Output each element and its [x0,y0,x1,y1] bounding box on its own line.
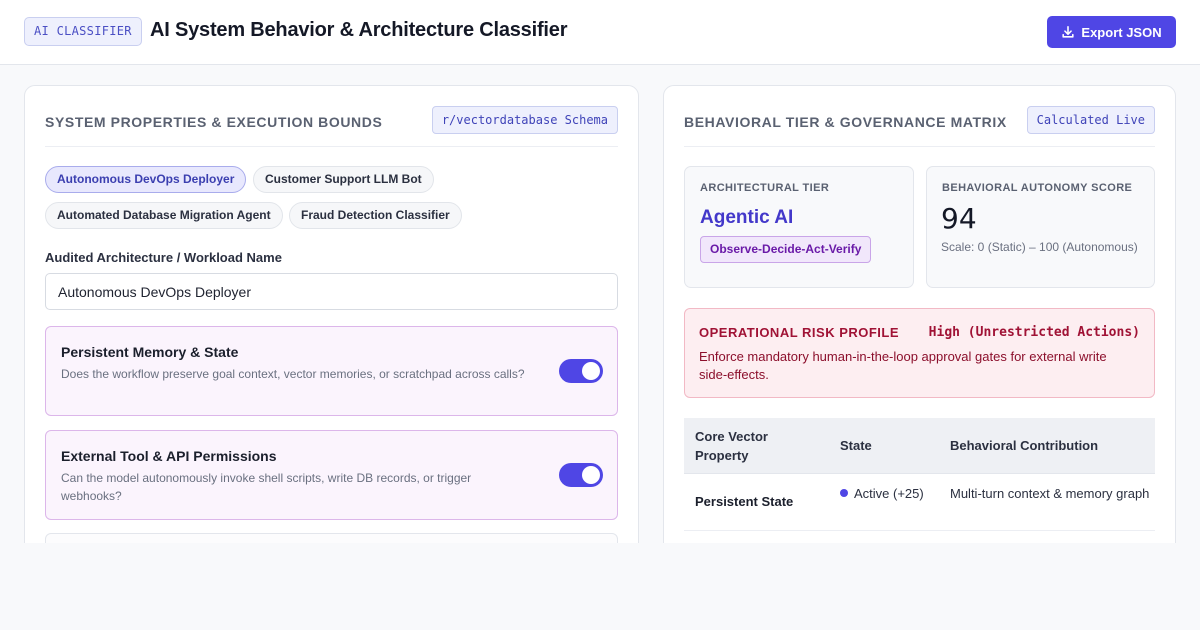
download-icon [1062,25,1075,38]
preset-chip-customer-support-llm-bot[interactable]: Customer Support LLM Bot [253,166,434,193]
export-json-button[interactable]: Export JSON [1047,16,1176,48]
row-state-text: Active (+25) [854,486,924,501]
row-property: Persistent State [695,494,794,509]
column-header-state: State [840,438,872,453]
architectural-tier-card: ARCHITECTURAL TIER Agentic AI Observe-De… [684,166,914,288]
preset-chip-database-migration-agent[interactable]: Automated Database Migration Agent [45,202,283,229]
score-scale: Scale: 0 (Static) – 100 (Autonomous) [941,240,1138,254]
risk-profile-box: OPERATIONAL RISK PROFILE High (Unrestric… [684,308,1155,398]
tier-value: Agentic AI [700,207,794,228]
risk-level: High (Unrestricted Actions) [928,325,1140,340]
governance-matrix-panel: BEHAVIORAL TIER & GOVERNANCE MATRIX Calc… [663,85,1176,555]
app-badge: AI CLASSIFIER [24,17,142,46]
status-dot-icon [840,489,848,497]
toggle-title: Persistent Memory & State [61,344,239,360]
top-bar: AI CLASSIFIER AI System Behavior & Archi… [0,0,1200,65]
panel-title: BEHAVIORAL TIER & GOVERNANCE MATRIX [684,114,1007,130]
system-properties-panel: SYSTEM PROPERTIES & EXECUTION BOUNDS r/v… [24,85,639,555]
workload-name-label: Audited Architecture / Workload Name [45,250,282,265]
autonomy-score-card: BEHAVIORAL AUTONOMY SCORE 94 Scale: 0 (S… [926,166,1155,288]
toggle-knob [582,466,600,484]
toggle-title: External Tool & API Permissions [61,448,277,464]
row-contribution: Multi-turn context & memory graph [950,486,1150,501]
schema-tag: r/vectordatabase Schema [431,106,618,134]
column-header-property: Core Vector Property [695,429,768,463]
panel-title: SYSTEM PROPERTIES & EXECUTION BOUNDS [45,114,383,130]
risk-description: Enforce mandatory human-in-the-loop appr… [699,349,1107,382]
panel-header: BEHAVIORAL TIER & GOVERNANCE MATRIX Calc… [684,106,1155,147]
table-header: Core Vector Property State Behavioral Co… [684,418,1155,474]
viewport-fold [0,543,1200,630]
toggle-description: Can the model autonomously invoke shell … [61,471,472,503]
tier-pattern-badge: Observe-Decide-Act-Verify [700,236,872,263]
tier-label: ARCHITECTURAL TIER [700,182,830,194]
risk-title: OPERATIONAL RISK PROFILE [699,325,900,340]
workload-name-input[interactable] [45,273,618,310]
score-value: 94 [941,202,977,235]
row-state: Active (+25) [840,484,940,503]
toggle-card-external-tools: External Tool & API Permissions Can the … [45,430,618,520]
table-row: Persistent State Active (+25) Multi-turn… [684,474,1155,531]
live-tag: Calculated Live [1026,106,1155,134]
external-tools-toggle[interactable] [559,463,603,487]
toggle-card-persistent-memory: Persistent Memory & State Does the workf… [45,326,618,416]
toggle-description: Does the workflow preserve goal context,… [61,367,525,381]
export-json-label: Export JSON [1081,24,1162,40]
page-title: AI System Behavior & Architecture Classi… [150,19,568,41]
preset-chip-autonomous-devops-deployer[interactable]: Autonomous DevOps Deployer [45,166,247,193]
toggle-knob [582,362,600,380]
column-header-contribution: Behavioral Contribution [950,438,1099,453]
score-label: BEHAVIORAL AUTONOMY SCORE [942,182,1133,194]
panel-header: SYSTEM PROPERTIES & EXECUTION BOUNDS r/v… [45,106,618,147]
persistent-memory-toggle[interactable] [559,359,603,383]
preset-chip-fraud-detection-classifier[interactable]: Fraud Detection Classifier [289,202,462,229]
